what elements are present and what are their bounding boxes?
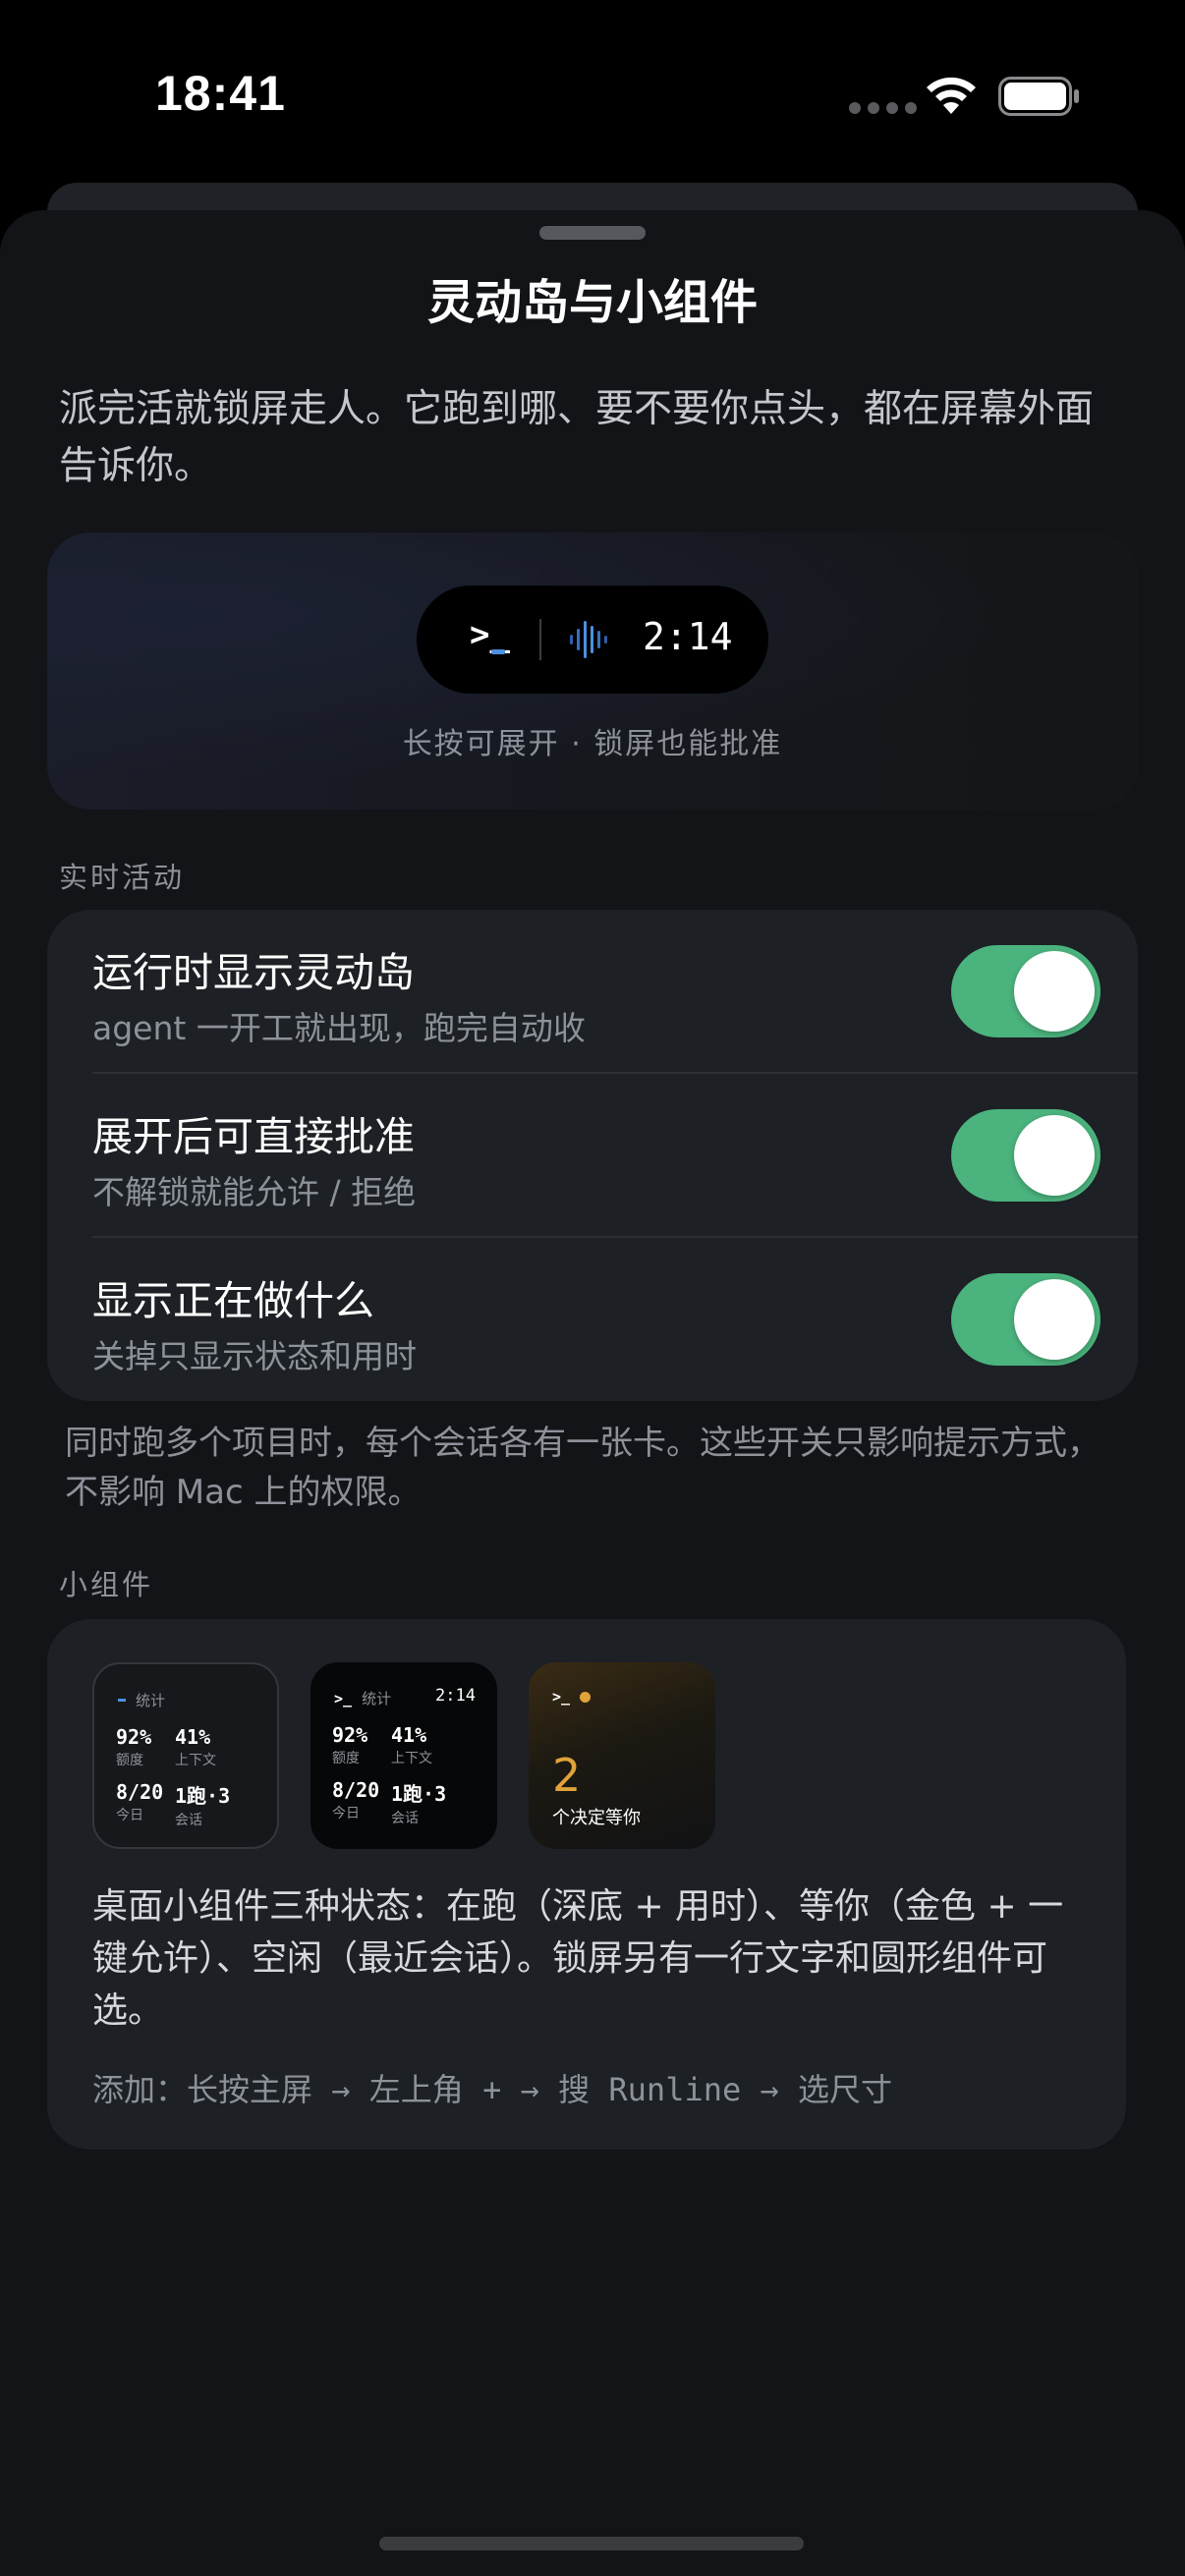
terminal-prompt-icon: >_ xyxy=(334,1689,353,1708)
stat-label: 会话 xyxy=(175,1813,202,1828)
widget-elapsed-time: 2:14 xyxy=(435,1686,476,1706)
toggle-show-island[interactable] xyxy=(951,945,1100,1037)
setting-row-show-activity[interactable]: 显示正在做什么 关掉只显示状态和用时 xyxy=(47,1238,1138,1401)
setting-row-show-island[interactable]: 运行时显示灵动岛 agent 一开工就出现，跑完自动收 xyxy=(47,910,1138,1074)
widget-header: >_ 统计 xyxy=(334,1688,391,1708)
widget-header-label: 统计 xyxy=(362,1690,392,1708)
stat-value: 1跑·3 xyxy=(391,1782,447,1806)
pending-decisions-count: 2 xyxy=(552,1749,582,1802)
setting-row-approve-expanded[interactable]: 展开后可直接批准 不解锁就能允许 / 拒绝 xyxy=(47,1074,1138,1238)
stat-label: 额度 xyxy=(332,1751,360,1766)
battery-icon xyxy=(998,77,1079,116)
stat-value: 41% xyxy=(175,1725,211,1749)
stat-value: 8/20 xyxy=(332,1778,380,1802)
stat-cell: 41% 上下文 xyxy=(391,1723,432,1767)
toggle-approve-expanded[interactable] xyxy=(951,1109,1100,1202)
terminal-prompt-icon: >_ xyxy=(552,1688,571,1706)
widget-header: >_ xyxy=(552,1688,592,1706)
stat-label: 额度 xyxy=(116,1753,143,1768)
section-label-live-activity: 实时活动 xyxy=(59,861,186,894)
setting-title: 运行时显示灵动岛 xyxy=(92,949,415,996)
stat-cell: 92% 额度 xyxy=(332,1723,367,1767)
widget-preview-idle[interactable]: 统计 92% 额度 41% 上下文 8/20 今日 1跑·3 会话 xyxy=(92,1662,279,1849)
widgets-howto: 添加：长按主屏 → 左上角 + → 搜 Runline → 选尺寸 xyxy=(92,2071,893,2108)
hero-caption: 长按可展开 · 锁屏也能批准 xyxy=(402,727,783,761)
setting-subtitle: agent 一开工就出现，跑完自动收 xyxy=(92,1009,586,1047)
sheet-grabber[interactable] xyxy=(539,226,646,240)
status-time: 18:41 xyxy=(155,66,286,121)
stat-label: 今日 xyxy=(332,1806,360,1821)
waveform-icon xyxy=(570,621,607,658)
toggle-knob xyxy=(1014,1115,1095,1196)
island-divider xyxy=(539,619,541,660)
terminal-prompt-icon: >_ xyxy=(470,615,510,654)
prompt-cursor xyxy=(491,649,505,654)
stat-cell: 1跑·3 会话 xyxy=(175,1780,230,1829)
stat-cell: 41% 上下文 xyxy=(175,1725,216,1769)
live-activity-footnote: 同时跑多个项目时，每个会话各有一张卡。这些开关只影响提示方式，不影响 Mac 上… xyxy=(65,1424,1100,1512)
widget-preview-waiting[interactable]: >_ 2 个决定等你 xyxy=(529,1662,715,1849)
section-label-widgets: 小组件 xyxy=(59,1568,154,1601)
stat-cell: 8/20 今日 xyxy=(116,1780,163,1824)
toggle-knob xyxy=(1014,1279,1095,1360)
cellular-signal-icon xyxy=(849,102,917,114)
stat-cell: 8/20 今日 xyxy=(332,1778,379,1822)
widget-header-label: 统计 xyxy=(136,1692,166,1709)
widgets-description: 桌面小组件三种状态：在跑（深底 + 用时）、等你（金色 + 一键允许）、空闲（最… xyxy=(92,1886,1064,2031)
stat-value: 41% xyxy=(391,1723,427,1747)
home-indicator[interactable] xyxy=(379,2537,804,2550)
intro-text: 派完活就锁屏走人。它跑到哪、要不要你点头，都在屏幕外面告诉你。 xyxy=(59,387,1095,488)
setting-title: 显示正在做什么 xyxy=(92,1277,374,1324)
stat-label: 今日 xyxy=(116,1808,143,1823)
widget-preview-running[interactable]: >_ 统计 2:14 92% 额度 41% 上下文 8/20 今日 1跑·3 会话 xyxy=(310,1662,497,1849)
status-dot-icon xyxy=(580,1691,592,1703)
live-activity-settings-group: 运行时显示灵动岛 agent 一开工就出现，跑完自动收 展开后可直接批准 不解锁… xyxy=(47,910,1138,1401)
stat-value: 1跑·3 xyxy=(175,1784,231,1808)
wifi-icon xyxy=(927,77,976,114)
setting-subtitle: 关掉只显示状态和用时 xyxy=(92,1337,417,1375)
prompt-cursor xyxy=(118,1699,126,1702)
stat-value: 92% xyxy=(116,1725,152,1749)
stat-value: 8/20 xyxy=(116,1780,164,1804)
pending-decisions-label: 个决定等你 xyxy=(552,1808,641,1828)
stat-value: 92% xyxy=(332,1723,368,1747)
stat-label: 上下文 xyxy=(175,1753,216,1768)
setting-subtitle: 不解锁就能允许 / 拒绝 xyxy=(92,1173,417,1211)
toggle-knob xyxy=(1014,951,1095,1032)
stat-cell: 1跑·3 会话 xyxy=(391,1778,446,1827)
island-elapsed-time: 2:14 xyxy=(643,615,733,658)
stat-cell: 92% 额度 xyxy=(116,1725,151,1769)
stat-label: 上下文 xyxy=(391,1751,432,1766)
setting-title: 展开后可直接批准 xyxy=(92,1113,415,1160)
widget-header: 统计 xyxy=(118,1690,165,1710)
sheet-title: 灵动岛与小组件 xyxy=(426,275,758,330)
toggle-show-activity[interactable] xyxy=(951,1273,1100,1366)
stat-label: 会话 xyxy=(391,1811,419,1826)
